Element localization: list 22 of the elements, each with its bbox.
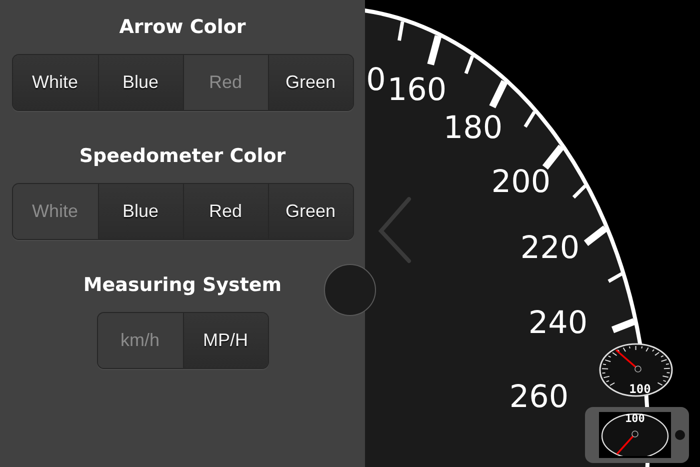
- speed-label: 240: [528, 305, 588, 341]
- speed-label: 260: [509, 379, 569, 415]
- segment-option[interactable]: White: [12, 55, 98, 110]
- needle-line: [615, 349, 639, 370]
- segment-option[interactable]: Blue: [98, 55, 182, 110]
- phone-preview-drawing[interactable]: 100: [585, 407, 689, 463]
- speed-label: 160: [387, 72, 447, 108]
- section-title: Speedometer Color: [79, 144, 286, 169]
- speed-label: 0: [366, 62, 386, 98]
- speed-label: 220: [520, 230, 580, 266]
- needle-line: [616, 433, 636, 455]
- segment-option[interactable]: Red: [182, 184, 268, 239]
- section-title: Arrow Color: [119, 15, 246, 40]
- speed-readout: 100: [624, 412, 646, 425]
- speed-label: 180: [443, 110, 503, 146]
- segment-option[interactable]: Green: [268, 184, 352, 239]
- section-title: Measuring System: [83, 273, 282, 298]
- segment-option[interactable]: Blue: [98, 184, 182, 239]
- speed-label: 200: [491, 164, 551, 200]
- segment-option[interactable]: MP/H: [182, 313, 268, 368]
- speed-readout: 100: [628, 382, 652, 396]
- segment-option[interactable]: Green: [268, 55, 352, 110]
